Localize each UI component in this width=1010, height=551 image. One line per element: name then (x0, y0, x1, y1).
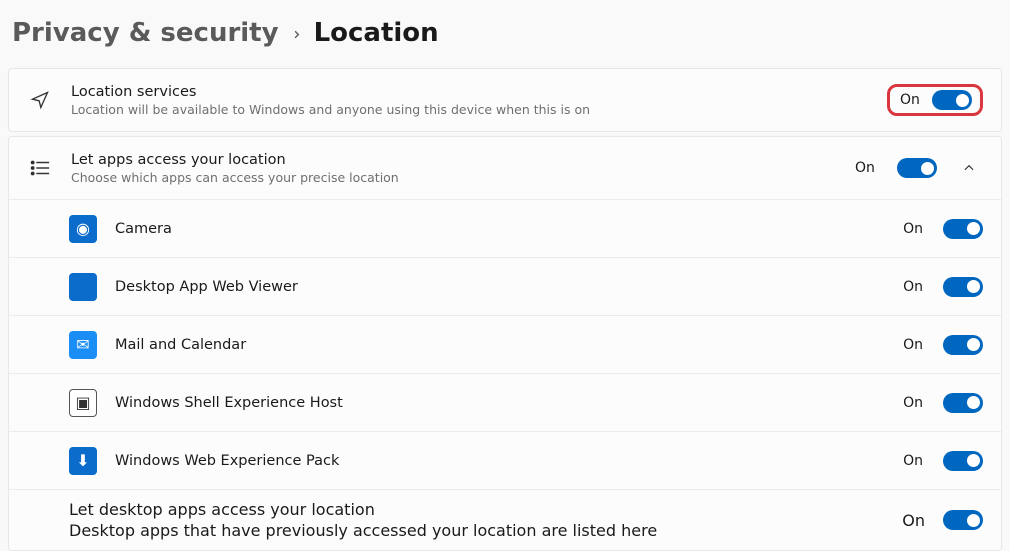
apps-access-state: On (855, 160, 877, 176)
desktop-apps-toggle[interactable] (943, 510, 983, 530)
webexp-icon: ⬇ (69, 447, 97, 475)
breadcrumb: Privacy & security Location (0, 0, 1010, 68)
location-services-sub: Location will be available to Windows an… (71, 102, 869, 117)
location-services-toggle-highlight: On (887, 84, 983, 116)
desktop-apps-row: Let desktop apps access your location De… (9, 489, 1001, 550)
app-label: Windows Web Experience Pack (115, 453, 885, 469)
list-settings-icon (27, 155, 53, 181)
app-row-webview: Desktop App Web Viewer On (9, 257, 1001, 315)
app-state: On (903, 337, 923, 353)
apps-access-sub: Choose which apps can access your precis… (71, 170, 837, 185)
apps-access-title: Let apps access your location (71, 152, 837, 168)
desktop-apps-state: On (902, 511, 925, 530)
location-services-toggle[interactable] (932, 90, 972, 110)
card-apps-access: Let apps access your location Choose whi… (8, 136, 1002, 551)
app-toggle-webexp[interactable] (943, 451, 983, 471)
desktop-apps-title: Let desktop apps access your location (69, 500, 884, 519)
app-row-shell: ▣ Windows Shell Experience Host On (9, 373, 1001, 431)
app-toggle-camera[interactable] (943, 219, 983, 239)
shell-icon: ▣ (69, 389, 97, 417)
app-label: Camera (115, 221, 885, 237)
apps-access-toggle[interactable] (897, 158, 937, 178)
webview-icon (69, 273, 97, 301)
location-arrow-icon (27, 87, 53, 113)
breadcrumb-parent[interactable]: Privacy & security (12, 18, 279, 48)
app-label: Desktop App Web Viewer (115, 279, 885, 295)
app-toggle-webview[interactable] (943, 277, 983, 297)
app-toggle-mail[interactable] (943, 335, 983, 355)
apps-access-header[interactable]: Let apps access your location Choose whi… (9, 137, 1001, 199)
app-row-webexp: ⬇ Windows Web Experience Pack On (9, 431, 1001, 489)
chevron-right-icon (291, 26, 302, 44)
app-state: On (903, 279, 923, 295)
location-services-state: On (900, 92, 922, 108)
app-state: On (903, 453, 923, 469)
app-state: On (903, 221, 923, 237)
app-toggle-shell[interactable] (943, 393, 983, 413)
page-title: Location (314, 18, 439, 48)
location-services-title: Location services (71, 84, 869, 100)
card-location-services: Location services Location will be avail… (8, 68, 1002, 132)
chevron-up-icon[interactable] (955, 154, 983, 182)
camera-icon: ◉ (69, 215, 97, 243)
desktop-apps-sub: Desktop apps that have previously access… (69, 521, 884, 540)
app-row-mail: ✉ Mail and Calendar On (9, 315, 1001, 373)
app-label: Mail and Calendar (115, 337, 885, 353)
app-state: On (903, 395, 923, 411)
app-label: Windows Shell Experience Host (115, 395, 885, 411)
app-row-camera: ◉ Camera On (9, 199, 1001, 257)
mail-icon: ✉ (69, 331, 97, 359)
